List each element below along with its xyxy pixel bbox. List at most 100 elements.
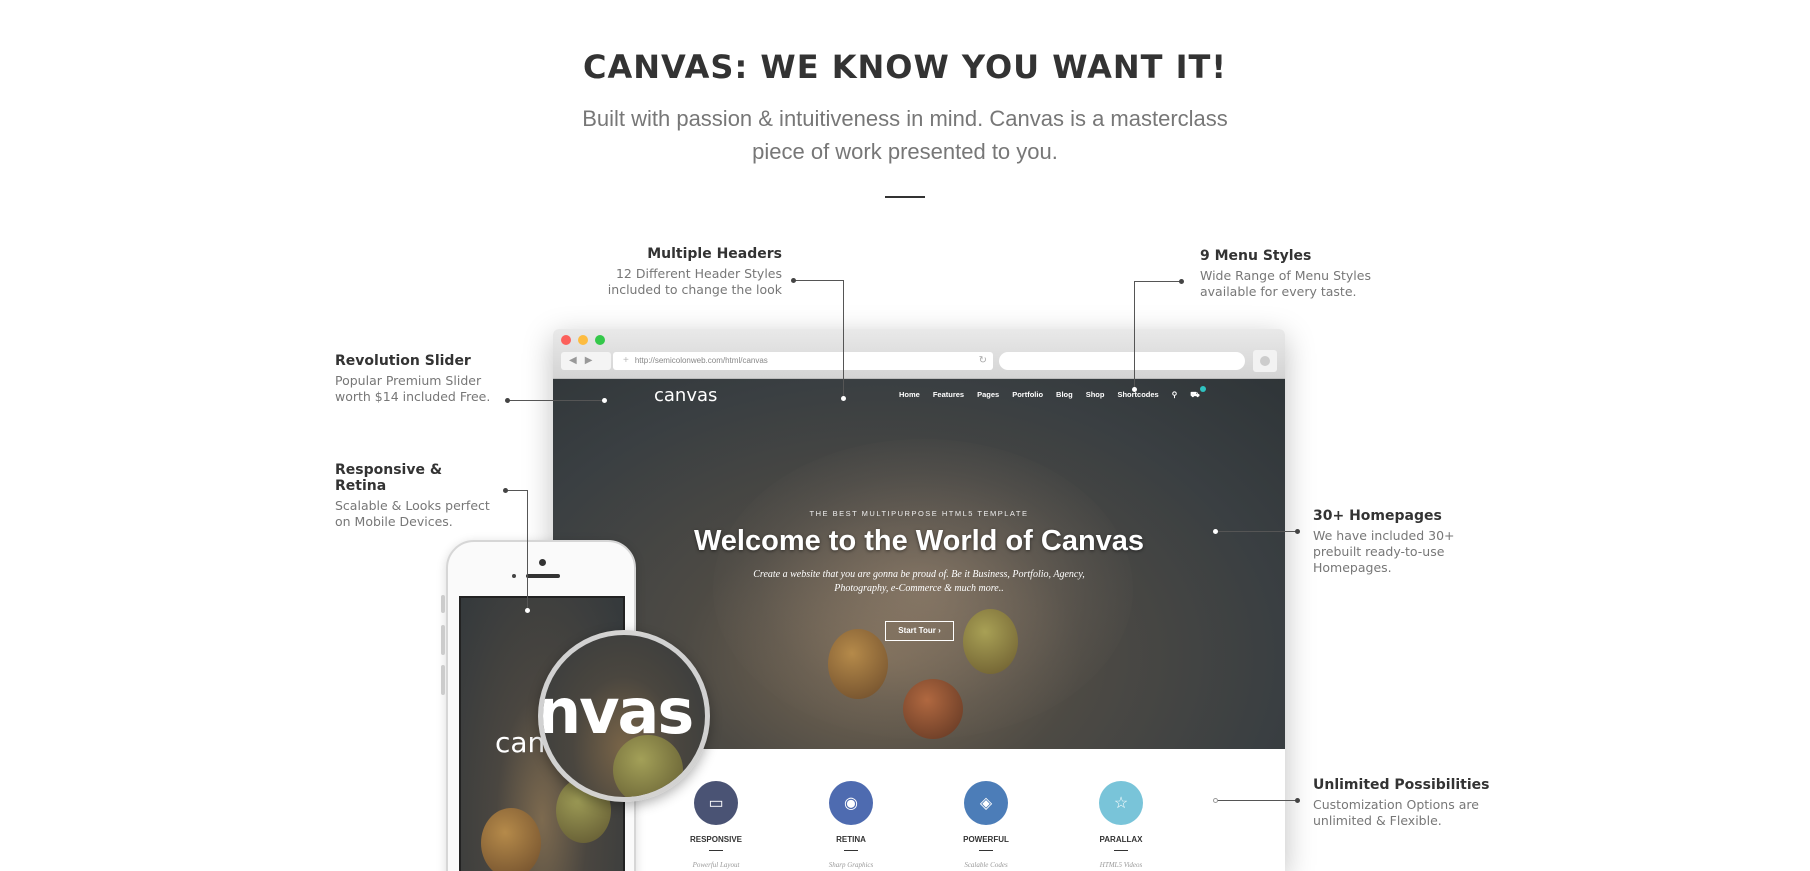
feature-label: POWERFUL [963, 835, 1009, 844]
connector-line [505, 490, 527, 491]
callout-title: 30+ Homepages [1313, 508, 1442, 524]
connector-line [1215, 531, 1297, 532]
nav-item-pages[interactable]: Pages [977, 390, 999, 400]
connector-dot [1295, 798, 1300, 803]
feature-sub: Sharp Graphics [828, 861, 874, 869]
connector-line [1215, 800, 1297, 801]
feature-sub: Powerful Layout [692, 861, 740, 869]
section-title: CANVAS: WE KNOW YOU WANT IT! [583, 48, 1227, 86]
feature-label: RETINA [836, 835, 866, 844]
maximize-window-icon[interactable] [595, 335, 605, 345]
site-description: Create a website that you are gonna be p… [753, 569, 1085, 594]
feature-responsive: ▭ RESPONSIVE Powerful Layout [666, 781, 766, 869]
plus-icon: + [623, 355, 629, 366]
reload-icon[interactable]: ↻ [979, 352, 987, 370]
connector-line [527, 490, 528, 610]
callout-revolution-slider: Revolution Slider Popular Premium Slider… [335, 353, 500, 405]
nav-item-shortcodes[interactable]: Shortcodes [1117, 390, 1158, 400]
callout-unlimited: Unlimited Possibilities Customization Op… [1313, 777, 1493, 829]
section-subtitle: Built with passion & intuitiveness in mi… [582, 106, 1228, 164]
back-forward-buttons[interactable]: ◀▶ [561, 352, 611, 370]
connector-dot [1132, 387, 1137, 392]
connector-dot [525, 608, 530, 613]
connector-line [507, 400, 605, 401]
feature-sub: Scalable Codes [964, 861, 1008, 869]
site-tagline: THE BEST MULTIPURPOSE HTML5 TEMPLATE [809, 509, 1029, 518]
feature-sub: HTML5 Videos [1099, 861, 1143, 869]
fruit-image [481, 808, 541, 871]
callout-multiple-headers: Multiple Headers 12 Different Header Sty… [580, 246, 782, 298]
magnifier-lens: nvas [538, 630, 710, 802]
title-divider [885, 196, 925, 198]
eye-icon: ◉ [829, 781, 873, 825]
monitor-icon: ▭ [694, 781, 738, 825]
feature-powerful: ◈ POWERFUL Scalable Codes [936, 781, 1036, 869]
nav-item-portfolio[interactable]: Portfolio [1012, 390, 1043, 400]
connector-line [1134, 281, 1135, 389]
phone-sensor [512, 574, 516, 578]
callout-desc: Wide Range of Menu Styles available for … [1200, 268, 1371, 299]
connector-dot [841, 396, 846, 401]
callout-menu-styles: 9 Menu Styles Wide Range of Menu Styles … [1200, 248, 1380, 300]
nav-item-shop[interactable]: Shop [1086, 390, 1105, 400]
fruit-image [903, 679, 963, 739]
browser-toolbar: ◀▶ + http://semicolonweb.com/html/canvas … [553, 329, 1285, 379]
phone-speaker [526, 574, 560, 578]
minimize-window-icon[interactable] [578, 335, 588, 345]
callout-title: Revolution Slider [335, 353, 471, 369]
cart-icon[interactable]: ⛟ [1190, 386, 1206, 400]
start-tour-button[interactable]: Start Tour › [885, 621, 954, 641]
magnified-logo: nvas [538, 675, 694, 748]
callout-title: Responsive & Retina [335, 462, 443, 494]
phone-volume-button [441, 595, 445, 613]
connector-line [1134, 281, 1181, 282]
connector-dot [791, 278, 796, 283]
fruit-image [828, 629, 888, 699]
feature-divider [979, 850, 993, 851]
connector-line [843, 280, 844, 398]
search-icon[interactable]: ⚲ [1172, 390, 1178, 400]
connector-dot [602, 398, 607, 403]
nav-item-features[interactable]: Features [933, 390, 964, 400]
address-url: http://semicolonweb.com/html/canvas [634, 356, 768, 365]
callout-homepages: 30+ Homepages We have included 30+ prebu… [1313, 508, 1463, 576]
connector-dot [1213, 798, 1218, 803]
feature-divider [709, 850, 723, 851]
nav-item-blog[interactable]: Blog [1056, 390, 1073, 400]
feature-divider [844, 850, 858, 851]
address-bar[interactable]: + http://semicolonweb.com/html/canvas ↻ [613, 352, 993, 370]
callout-desc: 12 Different Header Styles included to c… [607, 266, 782, 297]
connector-dot [1179, 279, 1184, 284]
connector-dot [1295, 529, 1300, 534]
close-window-icon[interactable] [561, 335, 571, 345]
feature-label: PARALLAX [1099, 835, 1143, 844]
callout-desc: Popular Premium Slider worth $14 include… [335, 373, 491, 404]
browser-search-field[interactable] [999, 352, 1245, 370]
connector-dot [505, 398, 510, 403]
callout-responsive-retina: Responsive & Retina Scalable & Looks per… [335, 462, 495, 530]
callout-title: 9 Menu Styles [1200, 248, 1312, 264]
feature-retina: ◉ RETINA Sharp Graphics [801, 781, 901, 869]
phone-camera [539, 559, 546, 566]
connector-dot [1213, 529, 1218, 534]
callout-desc: Customization Options are unlimited & Fl… [1313, 797, 1479, 828]
nav-item-home[interactable]: Home [899, 390, 920, 400]
feature-divider [1114, 850, 1128, 851]
callout-desc: We have included 30+ prebuilt ready-to-u… [1313, 528, 1455, 575]
callout-title: Multiple Headers [647, 246, 782, 262]
callout-title: Unlimited Possibilities [1313, 777, 1490, 793]
layers-icon: ◈ [964, 781, 1008, 825]
star-icon: ☆ [1099, 781, 1143, 825]
feature-label: RESPONSIVE [689, 835, 742, 844]
phone-volume-button [441, 625, 445, 655]
connector-dot [503, 488, 508, 493]
feature-parallax: ☆ PARALLAX HTML5 Videos [1071, 781, 1171, 869]
site-nav: Home Features Pages Portfolio Blog Shop … [899, 386, 1206, 400]
browser-menu-button[interactable] [1253, 350, 1277, 372]
phone-volume-button [441, 665, 445, 695]
callout-desc: Scalable & Looks perfect on Mobile Devic… [335, 498, 490, 529]
fruit-image [963, 609, 1018, 674]
site-title: Welcome to the World of Canvas [693, 525, 1145, 557]
site-logo[interactable]: canvas [654, 385, 717, 406]
connector-line [793, 280, 843, 281]
